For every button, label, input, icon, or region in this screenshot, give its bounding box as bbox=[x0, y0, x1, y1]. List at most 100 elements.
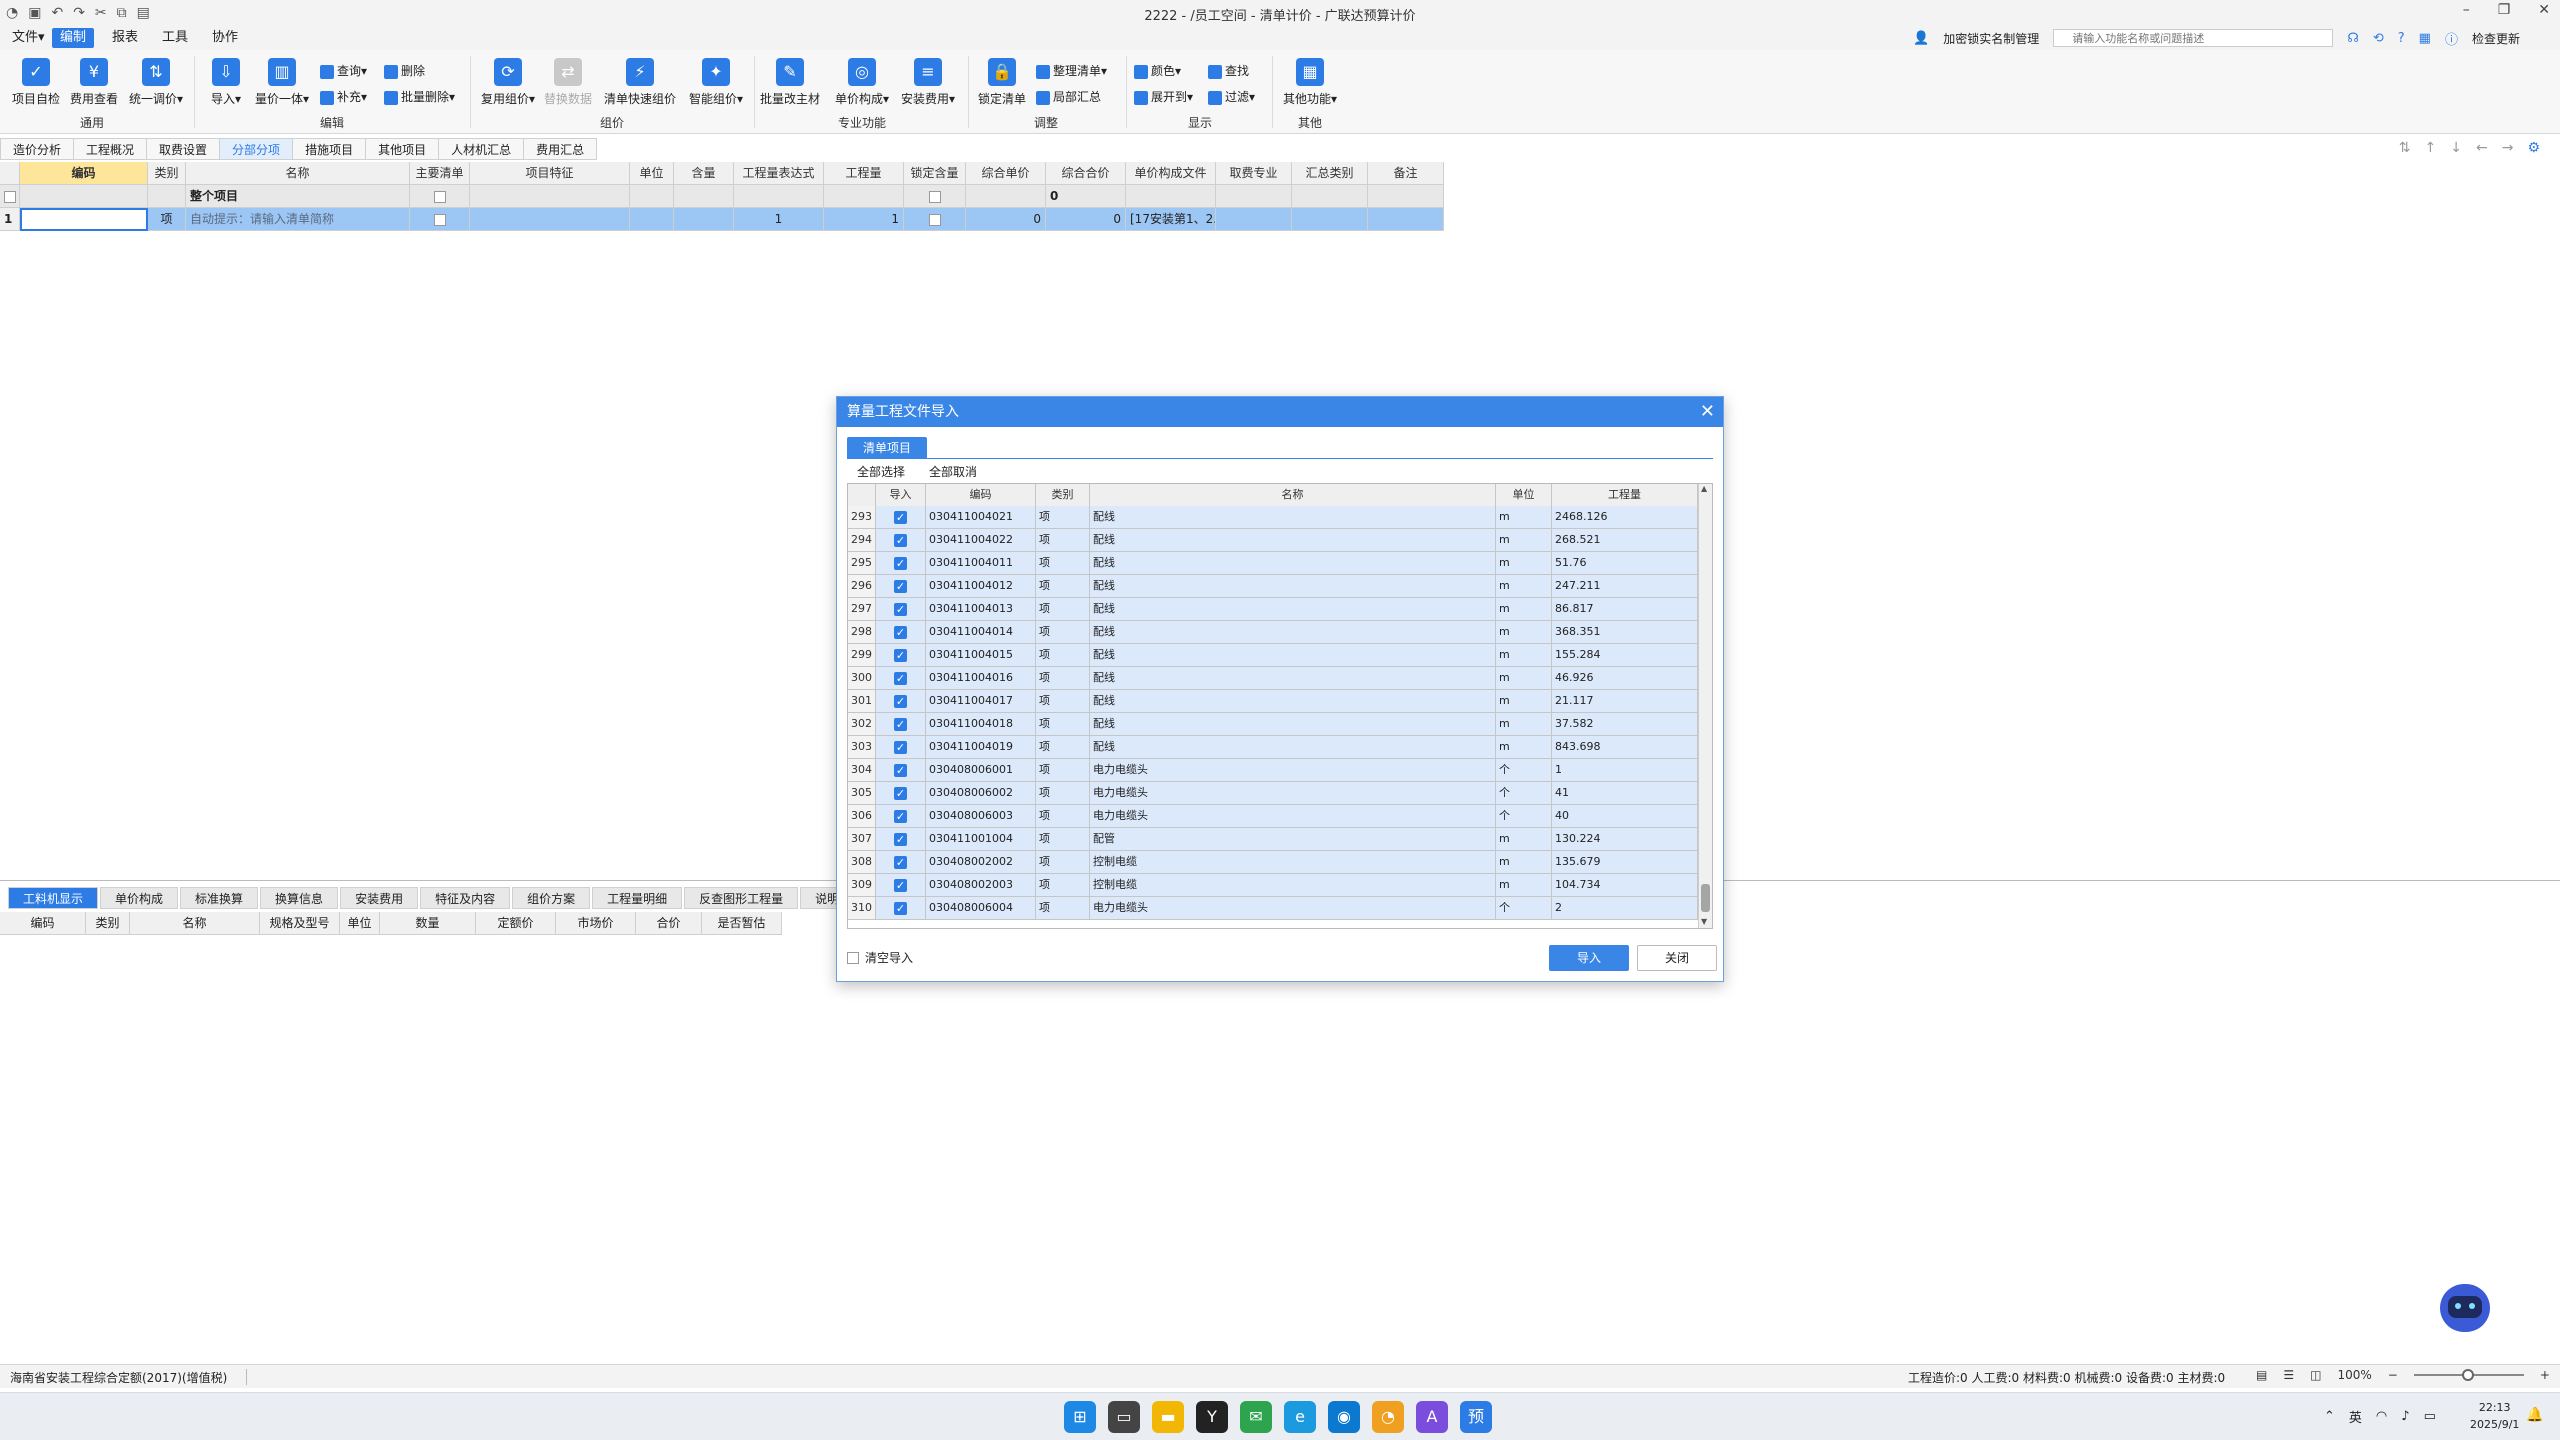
checkbox-checked-icon[interactable]: ✓ bbox=[894, 740, 907, 754]
table-row[interactable]: 306 ✓ 030408006003 项电力电缆头个 40 bbox=[848, 805, 1698, 828]
lcol-quota-price[interactable]: 定额价 bbox=[476, 912, 556, 935]
checkbox-checked-icon[interactable]: ✓ bbox=[894, 510, 907, 524]
import-button[interactable]: ⇩ 导入▾ bbox=[196, 58, 256, 107]
row-feature[interactable] bbox=[470, 208, 630, 231]
import-checkbox[interactable]: ✓ bbox=[876, 552, 926, 575]
import-checkbox[interactable]: ✓ bbox=[876, 805, 926, 828]
dcol-import[interactable]: 导入 bbox=[876, 484, 926, 507]
expand-to-button[interactable]: 展开到▾ bbox=[1134, 86, 1193, 108]
smart-pricing-button[interactable]: ✦ 智能组价▾ bbox=[686, 58, 746, 107]
import-checkbox[interactable]: ✓ bbox=[876, 529, 926, 552]
col-qty-expr[interactable]: 工程量表达式 bbox=[734, 162, 824, 185]
column-icon[interactable]: ⇅ bbox=[2399, 140, 2411, 156]
col-qty[interactable]: 工程量 bbox=[824, 162, 904, 185]
table-row[interactable]: 303 ✓ 030411004019 项配线 m 843.698 bbox=[848, 736, 1698, 759]
checkbox-checked-icon[interactable]: ✓ bbox=[894, 556, 907, 570]
row-name[interactable]: 自动提示：请输入清单简称 bbox=[186, 208, 410, 231]
table-row[interactable]: 309 ✓ 030408002003 项控制电缆 m 104.734 bbox=[848, 874, 1698, 897]
col-name[interactable]: 名称 bbox=[186, 162, 410, 185]
dcol-qty[interactable]: 工程量 bbox=[1552, 484, 1698, 507]
col-content[interactable]: 含量 bbox=[674, 162, 734, 185]
task-view-icon[interactable]: ▭ bbox=[1108, 1401, 1140, 1433]
help-icon[interactable]: ? bbox=[2398, 31, 2405, 46]
col-unit-price[interactable]: 综合单价 bbox=[966, 162, 1046, 185]
batch-main-material-button[interactable]: ✎ 批量改主材 bbox=[760, 58, 820, 107]
table-row[interactable]: 295 ✓ 030411004011 项配线 m 51.76 bbox=[848, 552, 1698, 575]
table-row[interactable]: 307 ✓ 030411001004 项配管 m 130.224 bbox=[848, 828, 1698, 851]
checkbox-checked-icon[interactable]: ✓ bbox=[894, 717, 907, 731]
start-icon[interactable]: ⊞ bbox=[1064, 1401, 1096, 1433]
checkbox-checked-icon[interactable]: ✓ bbox=[894, 901, 907, 915]
ime-indicator[interactable]: 英 bbox=[2349, 1407, 2362, 1426]
total-main-list-checkbox[interactable] bbox=[410, 185, 470, 208]
zoom-out-icon[interactable]: − bbox=[2388, 1368, 2398, 1382]
lcol-unit[interactable]: 单位 bbox=[340, 912, 380, 935]
import-checkbox[interactable]: ✓ bbox=[876, 644, 926, 667]
row-main-list-checkbox[interactable] bbox=[410, 208, 470, 231]
project-selfcheck-button[interactable]: ✓ 项目自检 bbox=[6, 58, 66, 107]
dcol-type[interactable]: 类别 bbox=[1036, 484, 1090, 507]
browser-icon[interactable]: ◉ bbox=[1328, 1401, 1360, 1433]
scroll-up-icon[interactable]: ▲ bbox=[1701, 484, 1707, 493]
menu-tools[interactable]: 工具 bbox=[154, 28, 196, 48]
refresh-icon[interactable]: ⟲ bbox=[2373, 31, 2384, 46]
settings-icon[interactable]: ⚙ bbox=[2527, 140, 2540, 156]
lcol-total[interactable]: 合价 bbox=[636, 912, 702, 935]
import-checkbox[interactable]: ✓ bbox=[876, 575, 926, 598]
zoom-in-icon[interactable]: + bbox=[2540, 1368, 2550, 1382]
table-row[interactable]: 305 ✓ 030408006002 项电力电缆头个 41 bbox=[848, 782, 1698, 805]
volume-icon[interactable]: ♪ bbox=[2401, 1409, 2409, 1424]
checkbox-checked-icon[interactable]: ✓ bbox=[894, 855, 907, 869]
table-row[interactable]: 1 项 自动提示：请输入清单简称 1 1 0 0 [17安装第1、2... bbox=[0, 208, 1498, 231]
checkbox-checked-icon[interactable]: ✓ bbox=[894, 809, 907, 823]
table-row[interactable]: 308 ✓ 030408002002 项控制电缆 m 135.679 bbox=[848, 851, 1698, 874]
checkbox-checked-icon[interactable]: ✓ bbox=[894, 602, 907, 616]
menu-collaborate[interactable]: 协作 bbox=[204, 28, 246, 48]
col-lock-content[interactable]: 锁定含量 bbox=[904, 162, 966, 185]
quick-pricing-button[interactable]: ⚡ 清单快速组价 bbox=[602, 58, 678, 107]
supplement-button[interactable]: 补充▾ bbox=[320, 86, 367, 108]
unified-price-button[interactable]: ⇅ 统一调价▾ bbox=[126, 58, 186, 107]
install-cost-button[interactable]: ≡ 安装费用▾ bbox=[898, 58, 958, 107]
menu-report[interactable]: 报表 bbox=[104, 28, 146, 48]
move-left-icon[interactable]: ← bbox=[2476, 140, 2488, 156]
checkbox-checked-icon[interactable]: ✓ bbox=[894, 832, 907, 846]
dcol-code[interactable]: 编码 bbox=[926, 484, 1036, 507]
col-price-file[interactable]: 单价构成文件 bbox=[1126, 162, 1216, 185]
tab-labor-material-summary[interactable]: 人材机汇总 bbox=[439, 138, 525, 160]
checkbox-icon[interactable] bbox=[928, 190, 941, 203]
assistant-robot-icon[interactable] bbox=[2440, 1284, 2490, 1332]
lcol-type[interactable]: 类别 bbox=[86, 912, 130, 935]
scrollbar-thumb[interactable] bbox=[1701, 884, 1710, 912]
tray-expand-icon[interactable]: ⌃ bbox=[2324, 1409, 2335, 1424]
tab-other-items[interactable]: 其他项目 bbox=[366, 138, 440, 160]
row-qty-expr[interactable]: 1 bbox=[734, 208, 824, 231]
close-window-button[interactable]: ✕ bbox=[2538, 2, 2550, 18]
file-explorer-icon[interactable]: ▬ bbox=[1152, 1401, 1184, 1433]
grid-apps-icon[interactable]: ▦ bbox=[2419, 31, 2431, 46]
col-total-price[interactable]: 综合合价 bbox=[1046, 162, 1126, 185]
col-code[interactable]: 编码 bbox=[20, 162, 148, 185]
import-checkbox[interactable]: ✓ bbox=[876, 621, 926, 644]
lock-list-button[interactable]: 🔒 锁定清单 bbox=[972, 58, 1032, 107]
grid-total-row[interactable]: 整个项目 0 bbox=[0, 185, 1498, 208]
import-checkbox[interactable]: ✓ bbox=[876, 874, 926, 897]
row-summary-type[interactable] bbox=[1292, 208, 1368, 231]
tab-project-overview[interactable]: 工程概况 bbox=[74, 138, 148, 160]
move-down-icon[interactable]: ↓ bbox=[2450, 140, 2462, 156]
table-row[interactable]: 301 ✓ 030411004017 项配线 m 21.117 bbox=[848, 690, 1698, 713]
tab-conversion-info[interactable]: 换算信息 bbox=[260, 887, 339, 909]
tab-standard-conversion[interactable]: 标准换算 bbox=[180, 887, 259, 909]
checkbox-checked-icon[interactable]: ✓ bbox=[894, 694, 907, 708]
col-main-list[interactable]: 主要清单 bbox=[410, 162, 470, 185]
import-checkbox[interactable]: ✓ bbox=[876, 828, 926, 851]
batch-delete-button[interactable]: 批量删除▾ bbox=[384, 86, 455, 108]
quantity-price-button[interactable]: ▥ 量价一体▾ bbox=[252, 58, 312, 107]
checkbox-icon[interactable] bbox=[928, 213, 941, 226]
cost-view-button[interactable]: ¥ 费用查看 bbox=[64, 58, 124, 107]
checkbox-checked-icon[interactable]: ✓ bbox=[894, 763, 907, 777]
tab-measures[interactable]: 措施项目 bbox=[293, 138, 367, 160]
split-view-icon[interactable]: ◫ bbox=[2310, 1368, 2321, 1382]
dcol-unit[interactable]: 单位 bbox=[1496, 484, 1552, 507]
lcol-code[interactable]: 编码 bbox=[0, 912, 86, 935]
